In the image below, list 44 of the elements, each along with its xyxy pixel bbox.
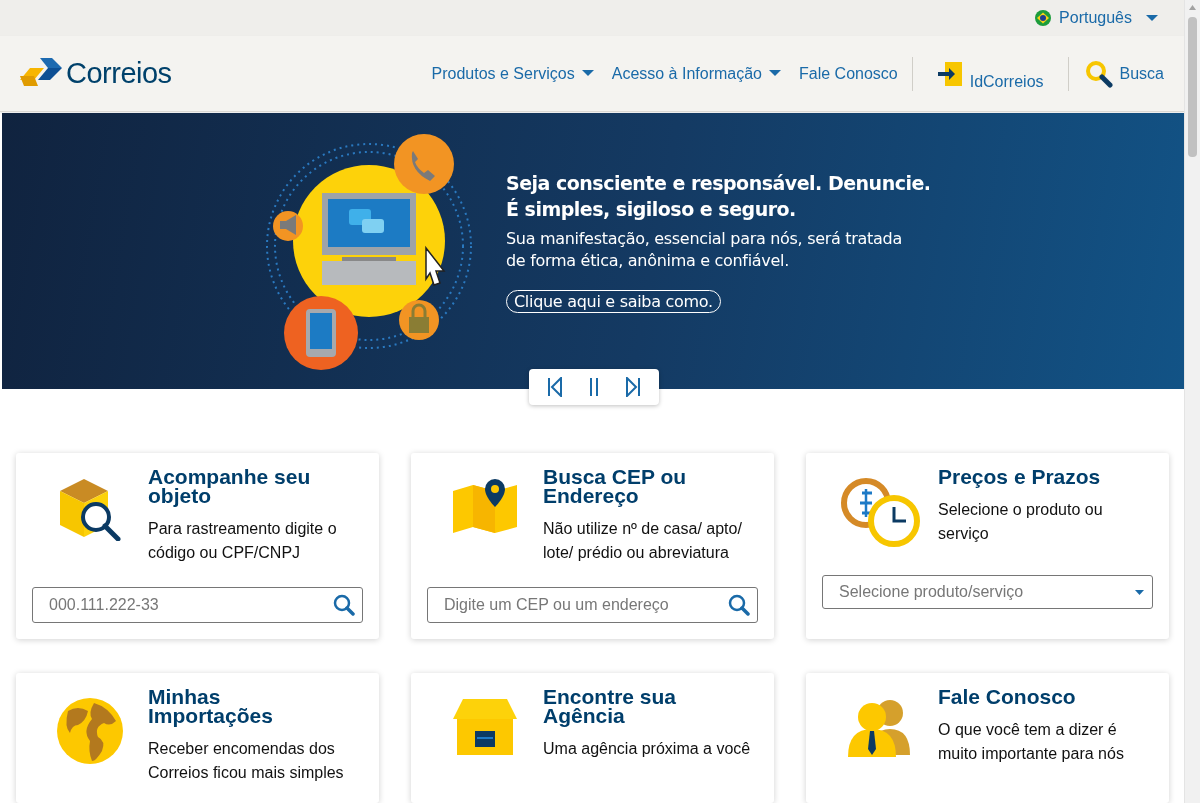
map-pin-icon: [451, 477, 519, 533]
card-text: Uma agência próxima a você: [543, 739, 752, 759]
pause-icon: [588, 377, 600, 397]
nav-link[interactable]: Acesso à Informação: [611, 64, 781, 83]
card-text: Selecione o produto ou serviço: [938, 500, 1104, 544]
card-text: Para rastreamento digite o código ou CPF/CNPJ: [148, 519, 338, 563]
caret-icon: [581, 70, 594, 77]
logo-text: Correios: [66, 57, 172, 90]
price-clock-icon: [840, 477, 920, 549]
search-field[interactable]: 000.111.222-33: [32, 587, 363, 623]
card-title: Fale Conosco: [938, 687, 1077, 706]
search-icon[interactable]: [728, 594, 750, 616]
banner-headline: É simples, sigiloso e seguro.: [506, 196, 797, 222]
pause-button[interactable]: [588, 377, 600, 397]
search-icon[interactable]: [333, 594, 355, 616]
banner-headline: Seja consciente e responsável. Denuncie.: [506, 170, 931, 196]
caret-icon: [1135, 589, 1144, 595]
next-button[interactable]: [624, 377, 641, 397]
house-icon: [451, 697, 519, 757]
search-link[interactable]: Busca: [1084, 59, 1164, 88]
caret-icon: [1146, 14, 1158, 22]
flag-icon: [1035, 10, 1052, 26]
card-title: Minhas Importações: [148, 687, 274, 725]
login-icon: [936, 60, 963, 87]
card-title: Encontre sua Agência: [543, 687, 678, 725]
card-title: Busca CEP ou Endereço: [543, 467, 688, 505]
caret-icon: [769, 70, 781, 77]
card-title: Acompanhe seu objeto: [148, 467, 312, 505]
product-select[interactable]: Selecione produto/serviço: [822, 575, 1153, 609]
card-text: O que você tem a dizer é muito importante para nós: [938, 720, 1125, 764]
login-link[interactable]: IdCorreios: [936, 60, 1044, 87]
banner-text: Sua manifestação, essencial para nós, será tratada de forma ética, anônima e confiável.: [506, 227, 903, 272]
previous-button[interactable]: [547, 377, 564, 397]
nav-link[interactable]: Fale Conosco: [799, 64, 898, 83]
next-icon: [624, 377, 641, 397]
globe-icon: [56, 697, 124, 765]
language-selector[interactable]: Português: [1035, 0, 1158, 36]
previous-icon: [547, 377, 564, 397]
nav-link[interactable]: Produtos e Serviços: [431, 64, 594, 83]
card-text: Não utilize nº de casa/ apto/ lote/ prédio ou abreviatura: [543, 519, 743, 563]
card-title: Preços e Prazos: [938, 467, 1102, 486]
search-field[interactable]: Digite um CEP ou um endereço: [427, 587, 758, 623]
search-icon: [1084, 59, 1113, 88]
card-text: Receber encomendas dos Correios ficou mais simples: [148, 739, 345, 783]
